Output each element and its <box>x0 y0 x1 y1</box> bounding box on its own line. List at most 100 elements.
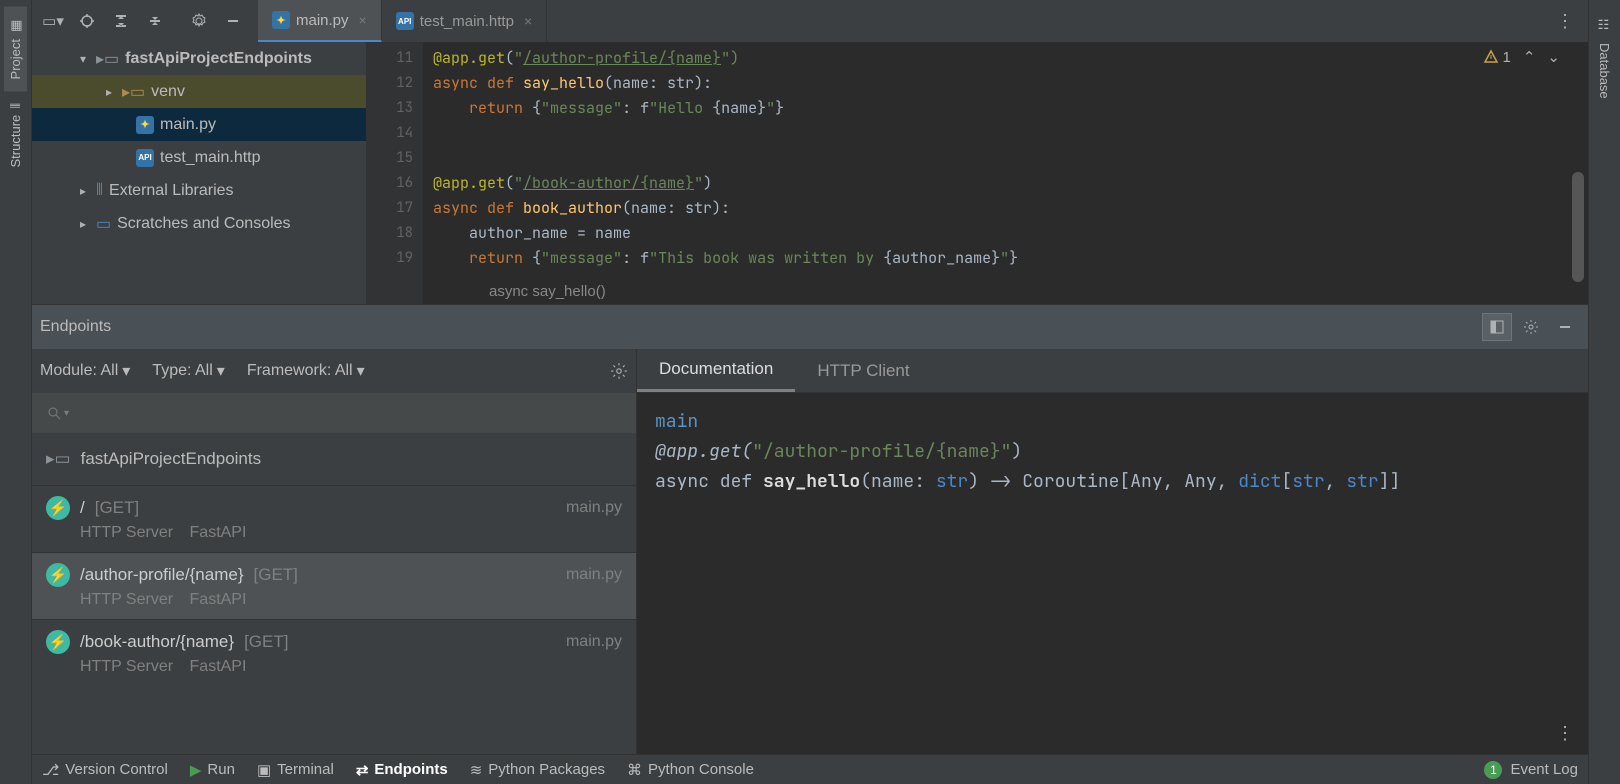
structure-tool-tab[interactable]: Structure ⦀ <box>4 91 27 179</box>
expand-all-icon[interactable] <box>110 10 132 32</box>
gear-icon[interactable] <box>1516 313 1546 341</box>
event-log-count: 1 <box>1484 761 1502 779</box>
endpoints-icon: ⇄ <box>356 761 369 779</box>
endpoint-framework: FastAPI <box>190 524 247 541</box>
chevron-right-icon: ▸ <box>76 217 90 231</box>
tab-documentation[interactable]: Documentation <box>637 349 795 392</box>
endpoint-method: [GET] <box>254 565 298 585</box>
endpoint-file: main.py <box>566 566 622 584</box>
tab-http-label: HTTP Client <box>817 361 909 381</box>
endpoint-path: / <box>80 498 85 518</box>
tool-version-control[interactable]: ⎇ Version Control <box>42 761 168 779</box>
bottom-bar: ⎇ Version Control ▶ Run ▣ Terminal ⇄ End… <box>32 754 1588 784</box>
endpoints-search[interactable]: ▾ <box>32 393 636 433</box>
function-name: book_author <box>523 198 622 218</box>
split-view-icon[interactable] <box>1482 313 1512 341</box>
prev-highlight-icon[interactable]: ⌃ <box>1523 48 1536 66</box>
endpoint-server: HTTP Server <box>80 591 173 608</box>
endpoint-server: HTTP Server <box>80 658 173 675</box>
doc-text: async def <box>655 470 763 493</box>
warning-badge[interactable]: 1 <box>1483 49 1511 66</box>
tree-test-label: test_main.http <box>160 149 261 167</box>
tab-test-main-http[interactable]: API test_main.http × <box>382 0 547 42</box>
filter-type[interactable]: Type: All▾ <box>152 361 225 381</box>
project-view-selector[interactable]: ▭▾ <box>42 10 64 32</box>
doc-module-link[interactable]: main <box>655 410 698 433</box>
code-area[interactable]: @app.get("/author-profile/{name}") async… <box>423 42 1588 304</box>
filter-module[interactable]: Module: All▾ <box>40 361 130 381</box>
endpoint-item[interactable]: ⚡ /author-profile/{name} [GET] main.py H… <box>32 552 636 619</box>
chevron-down-icon: ▾ <box>76 52 90 66</box>
doc-type: str <box>1292 470 1324 493</box>
tree-root-label: fastApiProjectEndpoints <box>125 50 312 68</box>
warning-icon <box>1483 49 1499 65</box>
play-icon: ▶ <box>190 761 202 779</box>
breadcrumb[interactable]: async say_hello() <box>489 279 606 304</box>
more-icon[interactable]: ⋮ <box>1542 11 1588 32</box>
code-text: " <box>514 48 523 68</box>
tree-scratches[interactable]: ▸ ▭ Scratches and Consoles <box>32 207 366 240</box>
structure-icon: ⦀ <box>8 103 23 109</box>
gear-icon[interactable] <box>610 362 628 380</box>
more-icon[interactable]: ⋮ <box>1556 723 1574 744</box>
code-editor[interactable]: 11 12 13 14 15 16 17 18 19 @app.get("/au… <box>367 42 1588 304</box>
doc-type: str <box>936 470 968 493</box>
tree-root[interactable]: ▾ ▸▭ fastApiProjectEndpoints <box>32 42 366 75</box>
project-tree: ▾ ▸▭ fastApiProjectEndpoints ▸ ▸▭ venv ✦… <box>32 42 367 304</box>
code-text: (name: str): <box>622 198 730 218</box>
tree-test-http[interactable]: API test_main.http <box>32 141 366 174</box>
tree-ext-label: External Libraries <box>109 182 234 200</box>
doc-type: str <box>1346 470 1378 493</box>
database-tool-tab[interactable]: ☷ Database <box>1593 6 1616 110</box>
chevron-right-icon: ▸ <box>76 184 90 198</box>
tree-main-py[interactable]: ✦ main.py <box>32 108 366 141</box>
tool-python-packages[interactable]: ≋ Python Packages <box>470 761 605 779</box>
doc-text: "/author-profile/{name}" <box>752 440 1011 463</box>
tool-endpoints[interactable]: ⇄ Endpoints <box>356 761 448 779</box>
project-toolbar: ▭▾ <box>32 10 254 32</box>
next-highlight-icon[interactable]: ⌄ <box>1547 48 1560 66</box>
doc-text: ]] <box>1379 470 1401 493</box>
chevron-down-icon: ▾ <box>64 408 69 419</box>
line-number: 15 <box>367 146 413 171</box>
minimize-icon[interactable] <box>222 10 244 32</box>
route-link[interactable]: /author-profile/{name} <box>523 48 721 68</box>
tree-external-libraries[interactable]: ▸ ⦀ External Libraries <box>32 174 366 207</box>
database-tab-label: Database <box>1597 43 1612 99</box>
endpoints-group[interactable]: ▸▭ fastApiProjectEndpoints <box>32 433 636 485</box>
project-tab-label: Project <box>8 39 23 79</box>
project-tool-tab[interactable]: Project ▦ <box>4 6 27 91</box>
tree-venv[interactable]: ▸ ▸▭ venv <box>32 75 366 108</box>
documentation-content: main @app.get("/author-profile/{name}") … <box>637 393 1588 511</box>
chevron-down-icon: ▾ <box>122 361 130 381</box>
tool-event-log[interactable]: Event Log <box>1510 761 1578 778</box>
python-icon: ⌘ <box>627 761 642 779</box>
minimize-icon[interactable] <box>1550 313 1580 341</box>
route-link[interactable]: /book-author/{name} <box>523 173 694 193</box>
gear-icon[interactable] <box>188 10 210 32</box>
endpoint-item[interactable]: ⚡ / [GET] main.py HTTP Server FastAPI <box>32 485 636 552</box>
keyword: return <box>469 248 532 268</box>
endpoint-item[interactable]: ⚡ /book-author/{name} [GET] main.py HTTP… <box>32 619 636 686</box>
doc-text: @app.get( <box>655 440 752 463</box>
filter-framework[interactable]: Framework: All▾ <box>247 361 365 381</box>
function-name: say_hello <box>523 73 604 93</box>
line-number: 18 <box>367 221 413 246</box>
tab-http-client[interactable]: HTTP Client <box>795 349 931 392</box>
editor-tabs: ✦ main.py × API test_main.http × <box>258 0 547 42</box>
tree-main-label: main.py <box>160 116 216 134</box>
scrollbar-thumb[interactable] <box>1572 172 1584 282</box>
close-icon[interactable]: × <box>524 13 532 29</box>
filter-framework-label: Framework: All <box>247 362 353 380</box>
collapse-all-icon[interactable] <box>144 10 166 32</box>
tool-run[interactable]: ▶ Run <box>190 761 235 779</box>
tab-main-py[interactable]: ✦ main.py × <box>258 0 382 42</box>
endpoints-title: Endpoints <box>40 318 111 336</box>
tool-terminal[interactable]: ▣ Terminal <box>257 761 334 779</box>
line-number: 13 <box>367 96 413 121</box>
locate-icon[interactable] <box>76 10 98 32</box>
module-icon: ▸▭ <box>46 449 71 469</box>
search-icon <box>46 405 62 421</box>
tool-python-console[interactable]: ⌘ Python Console <box>627 761 754 779</box>
close-icon[interactable]: × <box>359 12 367 28</box>
